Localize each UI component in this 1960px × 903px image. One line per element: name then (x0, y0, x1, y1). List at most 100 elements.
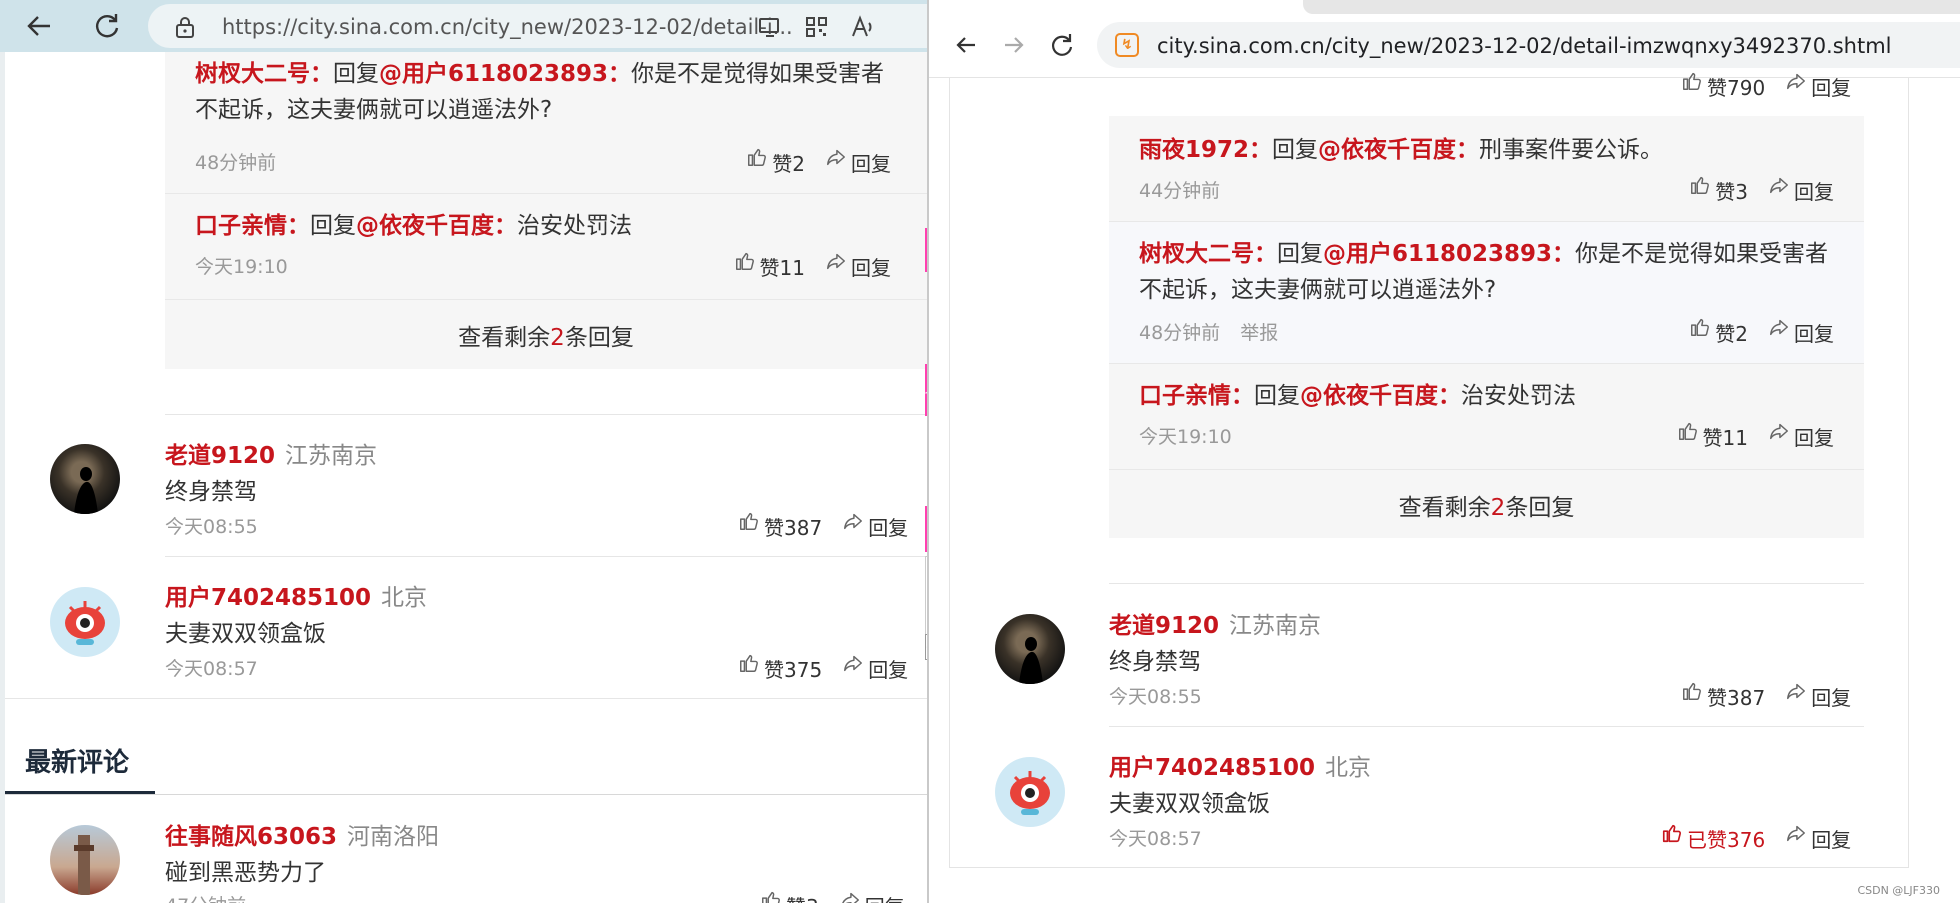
reply-button[interactable]: 回复 (1785, 822, 1851, 853)
more-count: 2 (550, 325, 565, 351)
reply-target[interactable]: @用户6118023893： (379, 61, 631, 87)
right-url-text: city.sina.com.cn/city_new/2023-12-02/det… (1157, 34, 1892, 58)
comment-author[interactable]: 老道9120 江苏南京 (165, 436, 377, 470)
comment-text: 夫妻双双领盒饭 (1109, 791, 1270, 817)
tab-shadow (1303, 0, 1960, 14)
comment-author[interactable]: 老道9120 江苏南京 (1109, 606, 1321, 640)
section-title: 最新评论 (25, 748, 130, 778)
reply-button[interactable]: 回复 (1768, 174, 1834, 205)
refresh-icon[interactable] (90, 11, 124, 41)
more-suffix: 条回复 (564, 325, 634, 351)
more-prefix: 查看剩余 (458, 325, 551, 351)
reply-time: 今天19:10 (1139, 426, 1232, 448)
reply-author[interactable]: 口子亲情： (1139, 383, 1254, 409)
refresh-icon[interactable] (1045, 30, 1079, 60)
back-arrow-icon[interactable] (22, 11, 56, 41)
reply-button[interactable]: 回复 (1785, 680, 1851, 711)
reply-word: 回复 (1254, 383, 1300, 409)
reply-time: 48分钟前 (195, 152, 277, 174)
like-button[interactable]: 赞375 (738, 652, 822, 683)
divider (1109, 583, 1864, 584)
view-more-replies-button[interactable]: 查看剩余2条回复 (165, 318, 927, 352)
back-arrow-icon[interactable] (949, 30, 983, 60)
forward-arrow-icon[interactable] (997, 30, 1031, 60)
qr-code-icon[interactable] (804, 15, 830, 39)
reply-target[interactable]: @用户6118023893： (1323, 241, 1575, 267)
comment-time: 今天08:55 (1109, 686, 1202, 708)
reply-author[interactable]: 树杈大二号： (195, 61, 333, 87)
liked-button[interactable]: 已赞376 (1661, 822, 1765, 853)
reply-word: 回复 (1277, 241, 1323, 267)
like-count: 赞2 (772, 152, 805, 176)
reply-button[interactable]: 回复 (842, 510, 908, 541)
reply-button[interactable]: 回复 (825, 250, 891, 281)
comment-time: 47分钟前 (165, 891, 246, 903)
comment-text: 夫妻双双领盒饭 (165, 621, 326, 647)
like-count: 赞387 (1707, 686, 1766, 710)
like-count: 赞387 (764, 516, 823, 540)
reply-label: 回复 (1794, 322, 1834, 346)
divider (1109, 726, 1864, 727)
share-reply-icon (1785, 822, 1807, 844)
like-button[interactable]: 赞3 (760, 889, 819, 903)
reply-button[interactable]: 回复 (1785, 70, 1851, 101)
comment-author[interactable]: 用户7402485100 北京 (165, 578, 427, 612)
reply-actions: 赞11 回复 (734, 250, 891, 281)
comment-text: 终身禁驾 (1109, 649, 1201, 675)
reply-label: 回复 (851, 152, 891, 176)
reply-actions: 赞11 回复 (1677, 420, 1834, 451)
more-suffix: 条回复 (1505, 495, 1575, 521)
divider (5, 794, 927, 795)
like-button[interactable]: 赞3 (1689, 174, 1748, 205)
thumbs-up-icon (1689, 316, 1711, 338)
reply-author[interactable]: 树杈大二号： (1139, 241, 1277, 267)
like-count: 赞11 (1702, 426, 1748, 450)
view-more-replies-button[interactable]: 查看剩余2条回复 (1109, 488, 1864, 522)
reply-button[interactable]: 回复 (839, 889, 905, 903)
lock-icon (176, 17, 194, 38)
reply-word: 回复 (333, 61, 379, 87)
like-button[interactable]: 赞11 (1677, 420, 1748, 451)
reply-author[interactable]: 口子亲情： (195, 213, 310, 239)
site-favicon-icon: ↯ (1115, 33, 1139, 57)
reply-target[interactable]: @依夜千百度： (356, 213, 517, 239)
like-button[interactable]: 赞387 (738, 510, 822, 541)
comment-text: 碰到黑恶势力了 (165, 860, 326, 886)
device-icon[interactable] (758, 15, 784, 39)
reply-target[interactable]: @依夜千百度： (1300, 383, 1461, 409)
reply-author[interactable]: 雨夜1972： (1139, 137, 1272, 163)
avatar[interactable] (50, 825, 120, 895)
user-location: 北京 (1325, 755, 1372, 781)
comment-author[interactable]: 用户7402485100 北京 (1109, 748, 1371, 782)
like-button[interactable]: 赞2 (1689, 316, 1748, 347)
right-address-bar[interactable]: ↯ city.sina.com.cn/city_new/2023-12-02/d… (1097, 22, 1960, 68)
reply-item: 雨夜1972：回复@依夜千百度：刑事案件要公诉。 44分钟前 赞3 回复 (1109, 116, 1864, 222)
username: 用户7402485100 (165, 585, 372, 611)
left-address-bar[interactable]: https://city.sina.com.cn/city_new/2023-1… (148, 4, 927, 48)
comment-author[interactable]: 往事随风63063 河南洛阳 (165, 817, 439, 851)
read-aloud-icon[interactable] (850, 15, 876, 39)
comment-text: 终身禁驾 (165, 479, 257, 505)
watermark: CSDN @LJF330 (1857, 884, 1940, 897)
avatar[interactable] (995, 614, 1065, 684)
share-reply-icon (1785, 70, 1807, 92)
like-button[interactable]: 赞11 (734, 250, 805, 281)
reply-label: 回复 (1811, 828, 1852, 852)
reply-target[interactable]: @依夜千百度： (1318, 137, 1479, 163)
comment-actions: 赞387 回复 (738, 510, 908, 541)
reply-button[interactable]: 回复 (825, 146, 891, 177)
reply-word: 回复 (310, 213, 356, 239)
avatar[interactable] (50, 444, 120, 514)
avatar[interactable] (995, 757, 1065, 827)
like-button[interactable]: 赞790 (1681, 70, 1765, 101)
avatar[interactable] (50, 587, 120, 657)
reply-button[interactable]: 回复 (1768, 420, 1834, 451)
share-reply-icon (1768, 316, 1790, 338)
reply-button[interactable]: 回复 (1768, 316, 1834, 347)
like-count: 赞790 (1707, 76, 1766, 100)
like-button[interactable]: 赞2 (746, 146, 805, 177)
reply-button[interactable]: 回复 (842, 652, 908, 683)
like-button[interactable]: 赞387 (1681, 680, 1765, 711)
report-link[interactable]: 举报 (1240, 322, 1278, 344)
username: 往事随风63063 (165, 824, 338, 850)
